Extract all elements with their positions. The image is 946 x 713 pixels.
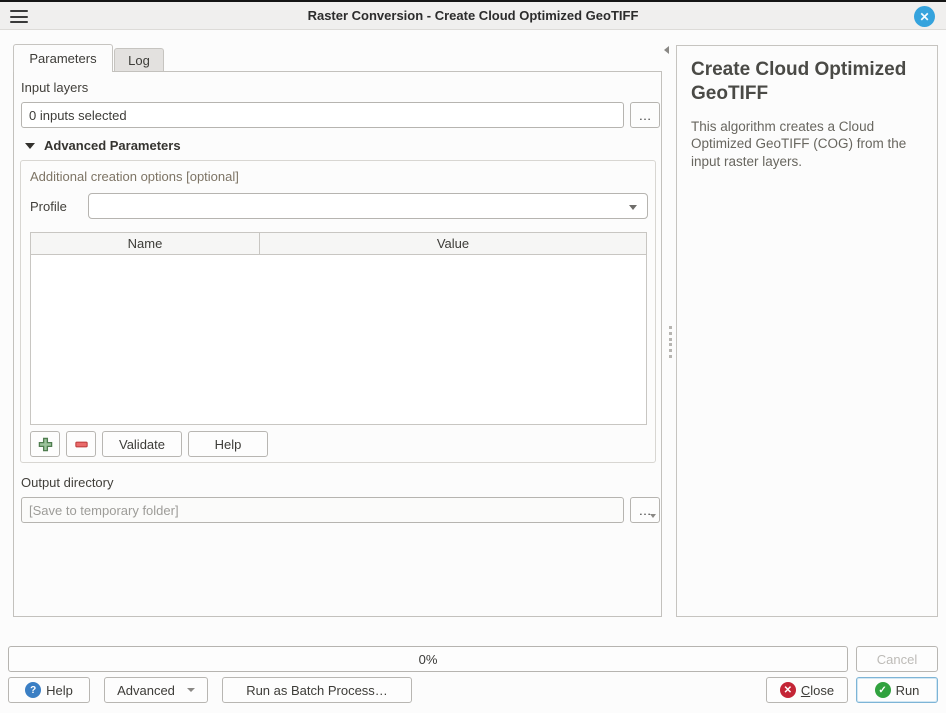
title-bar: Raster Conversion - Create Cloud Optimiz… <box>0 0 946 30</box>
help-label: Help <box>46 683 73 698</box>
input-layers-field[interactable]: 0 inputs selected <box>21 102 624 128</box>
profile-select[interactable] <box>88 193 648 219</box>
validate-button[interactable]: Validate <box>102 431 182 457</box>
tab-log-label: Log <box>128 53 150 68</box>
close-button[interactable]: ✕ Close <box>766 677 848 703</box>
options-help-button[interactable]: Help <box>188 431 268 457</box>
column-header-value[interactable]: Value <box>260 233 646 254</box>
cancel-button[interactable]: Cancel <box>856 646 938 672</box>
run-as-batch-button[interactable]: Run as Batch Process… <box>222 677 412 703</box>
remove-option-button[interactable] <box>66 431 96 457</box>
advanced-menu-button[interactable]: Advanced <box>104 677 208 703</box>
validate-label: Validate <box>119 437 165 452</box>
advanced-parameters-label: Advanced Parameters <box>44 138 181 153</box>
splitter-handle[interactable] <box>668 325 673 359</box>
column-header-name[interactable]: Name <box>31 233 260 254</box>
chevron-down-icon <box>187 688 195 692</box>
options-table: Name Value <box>30 232 647 425</box>
minus-icon <box>74 437 89 452</box>
close-icon: ✕ <box>780 682 796 698</box>
close-icon: ✕ <box>919 10 929 24</box>
output-directory-placeholder: [Save to temporary folder] <box>29 503 179 518</box>
close-label: Close <box>801 683 834 698</box>
run-label: Run <box>896 683 920 698</box>
parameters-panel: Input layers 0 inputs selected … Advance… <box>13 71 662 617</box>
output-directory-label: Output directory <box>21 475 114 490</box>
algorithm-description: This algorithm creates a Cloud Optimized… <box>691 118 923 171</box>
algorithm-title: Create Cloud Optimized GeoTIFF <box>691 58 923 106</box>
run-as-batch-label: Run as Batch Process… <box>246 683 388 698</box>
window-close-button[interactable]: ✕ <box>914 6 935 27</box>
input-layers-browse-button[interactable]: … <box>630 102 660 128</box>
options-help-label: Help <box>215 437 242 452</box>
profile-label: Profile <box>30 199 67 214</box>
window-title: Raster Conversion - Create Cloud Optimiz… <box>0 8 946 23</box>
check-icon: ✓ <box>875 682 891 698</box>
tab-parameters-label: Parameters <box>29 51 96 66</box>
help-button[interactable]: ? Help <box>8 677 90 703</box>
plus-icon <box>38 437 53 452</box>
panel-collapse-arrow-icon[interactable] <box>664 46 669 54</box>
options-table-header: Name Value <box>31 233 646 255</box>
hamburger-menu-icon[interactable] <box>10 9 28 24</box>
add-option-button[interactable] <box>30 431 60 457</box>
creation-options-title: Additional creation options [optional] <box>30 169 239 184</box>
input-layers-value: 0 inputs selected <box>29 108 127 123</box>
progress-bar: 0% <box>8 646 848 672</box>
output-directory-field[interactable]: [Save to temporary folder] <box>21 497 624 523</box>
chevron-down-icon <box>650 514 656 518</box>
algorithm-help-panel: Create Cloud Optimized GeoTIFF This algo… <box>676 45 938 617</box>
advanced-label: Advanced <box>117 683 175 698</box>
chevron-down-icon <box>25 143 35 149</box>
run-button[interactable]: ✓ Run <box>856 677 938 703</box>
tab-log[interactable]: Log <box>114 48 164 72</box>
creation-options-group: Additional creation options [optional] P… <box>20 160 656 463</box>
tab-parameters[interactable]: Parameters <box>13 44 113 72</box>
input-layers-label: Input layers <box>21 80 88 95</box>
advanced-parameters-toggle[interactable]: Advanced Parameters <box>25 138 181 153</box>
profile-selected-value <box>89 198 96 213</box>
cancel-label: Cancel <box>877 652 917 667</box>
ellipsis-icon: … <box>639 108 652 123</box>
output-directory-browse-button[interactable]: … <box>630 497 660 523</box>
create-cog-dialog: Raster Conversion - Create Cloud Optimiz… <box>0 0 946 713</box>
progress-value: 0% <box>419 652 438 667</box>
chevron-down-icon <box>629 205 637 210</box>
question-icon: ? <box>25 682 41 698</box>
